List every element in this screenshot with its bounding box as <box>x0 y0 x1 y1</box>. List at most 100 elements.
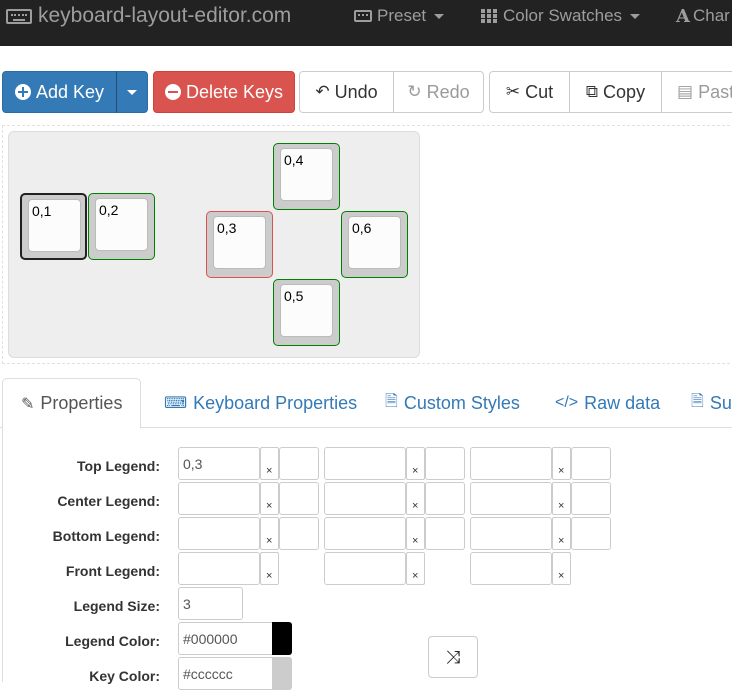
tab-raw-data[interactable]: </> Raw data <box>555 378 660 428</box>
bottom-legend-input-center[interactable] <box>324 517 406 550</box>
minus-circle-icon <box>164 84 181 100</box>
legend-color-input[interactable]: #000000 <box>178 622 274 655</box>
undo-label: Undo <box>334 81 378 102</box>
legend-color-swatch[interactable] <box>272 622 292 655</box>
key-0-1[interactable]: 0,1 <box>20 193 87 260</box>
key-legend: 0,4 <box>284 152 304 168</box>
key-color-swatch[interactable] <box>272 657 292 690</box>
key-color-input[interactable]: #cccccc <box>178 657 274 690</box>
tab-label: Raw data <box>584 392 661 413</box>
copy-icon: ⧉ <box>585 82 599 101</box>
clear-button[interactable]: × <box>552 517 571 550</box>
paste-label: Past <box>698 81 732 102</box>
scissors-icon: ✂ <box>505 82 521 101</box>
bottom-legend-input-left[interactable] <box>178 517 260 550</box>
legend-size-input[interactable]: 3 <box>178 587 243 620</box>
clear-button[interactable]: × <box>260 447 279 480</box>
close-icon: × <box>266 535 273 547</box>
font-icon: A <box>676 5 690 27</box>
top-legend-input-front[interactable] <box>279 447 319 480</box>
bottom-legend-input-right[interactable] <box>470 517 552 550</box>
front-legend-input-center[interactable] <box>324 552 406 585</box>
top-legend-input-front[interactable] <box>425 447 465 480</box>
clear-button[interactable]: × <box>406 447 425 480</box>
close-icon: × <box>412 500 419 512</box>
clear-button[interactable]: × <box>260 482 279 515</box>
undo-button[interactable]: ↶ Undo <box>299 71 394 113</box>
redo-button[interactable]: ↻ Redo <box>393 71 484 113</box>
clear-button[interactable]: × <box>406 517 425 550</box>
redo-icon: ↻ <box>407 82 422 101</box>
top-legend-input-center[interactable] <box>324 447 406 480</box>
front-legend-label: Front Legend: <box>65 563 160 579</box>
top-legend-input-left[interactable]: 0,3 <box>178 447 260 480</box>
add-key-label: Add Key <box>35 81 105 102</box>
top-legend-input-right[interactable] <box>470 447 552 480</box>
copy-label: Copy <box>603 81 646 102</box>
close-icon: × <box>266 465 273 477</box>
cut-label: Cut <box>525 81 554 102</box>
grid-icon <box>481 9 497 23</box>
key-0-4[interactable]: 0,4 <box>273 143 340 210</box>
clear-button[interactable]: × <box>260 552 279 585</box>
clear-button[interactable]: × <box>552 552 571 585</box>
color-swatches-label: Color Swatches <box>503 6 623 25</box>
key-0-2[interactable]: 0,2 <box>88 193 155 260</box>
close-icon: × <box>558 465 565 477</box>
cut-button[interactable]: ✂ Cut <box>489 71 570 113</box>
characters-menu[interactable]: A Char <box>676 4 730 28</box>
preset-menu[interactable]: Preset <box>354 4 445 28</box>
front-legend-input-left[interactable] <box>178 552 260 585</box>
clear-button[interactable]: × <box>552 482 571 515</box>
clear-button[interactable]: × <box>406 482 425 515</box>
brand-text: keyboard-layout-editor.com <box>38 4 292 27</box>
top-legend-input-front[interactable] <box>571 447 611 480</box>
close-icon: × <box>558 535 565 547</box>
center-legend-input-left[interactable] <box>178 482 260 515</box>
bottom-legend-input-front[interactable] <box>279 517 319 550</box>
bottom-legend-label: Bottom Legend: <box>52 528 160 544</box>
caret-down-icon <box>630 13 641 19</box>
copy-button[interactable]: ⧉ Copy <box>569 71 662 113</box>
caret-down-icon <box>127 89 137 95</box>
tab-custom-styles[interactable]: 🗎 Custom Styles <box>385 378 520 428</box>
key-0-5[interactable]: 0,5 <box>273 279 340 346</box>
swap-colors-button[interactable]: ⤨ <box>428 636 478 678</box>
paste-button[interactable]: ▤ Past <box>661 71 732 113</box>
close-icon: × <box>412 465 419 477</box>
add-key-button[interactable]: Add Key <box>2 71 117 113</box>
brand-link[interactable]: keyboard-layout-editor.com <box>6 2 291 30</box>
keyboard-icon <box>6 8 32 24</box>
clear-button[interactable]: × <box>552 447 571 480</box>
key-0-3[interactable]: 0,3 <box>206 211 273 278</box>
bottom-legend-input-front[interactable] <box>571 517 611 550</box>
clear-button[interactable]: × <box>260 517 279 550</box>
file-icon: 🗎 <box>691 392 704 410</box>
undo-icon: ↶ <box>315 82 330 101</box>
legend-size-label: Legend Size: <box>73 598 160 614</box>
shuffle-icon: ⤨ <box>445 646 461 667</box>
close-icon: × <box>412 570 419 582</box>
center-legend-input-center[interactable] <box>324 482 406 515</box>
characters-label: Char <box>692 6 730 25</box>
color-swatches-menu[interactable]: Color Swatches <box>481 4 641 28</box>
center-legend-input-front[interactable] <box>425 482 465 515</box>
tab-summary[interactable]: 🗎 Su <box>691 378 732 428</box>
delete-keys-button[interactable]: Delete Keys <box>153 71 295 113</box>
caret-down-icon <box>434 13 445 19</box>
close-icon: × <box>266 500 273 512</box>
tab-properties[interactable]: ✎ Properties <box>2 378 142 429</box>
center-legend-input-front[interactable] <box>571 482 611 515</box>
tab-keyboard-properties[interactable]: ⌨ Keyboard Properties <box>164 378 357 428</box>
keyboard-icon: ⌨ <box>164 395 188 412</box>
center-legend-input-right[interactable] <box>470 482 552 515</box>
clear-button[interactable]: × <box>406 552 425 585</box>
plus-circle-icon <box>14 84 31 100</box>
front-legend-input-right[interactable] <box>470 552 552 585</box>
bottom-legend-input-front[interactable] <box>425 517 465 550</box>
add-key-dropdown-button[interactable] <box>116 71 148 113</box>
top-legend-label: Top Legend: <box>77 458 160 474</box>
key-0-6[interactable]: 0,6 <box>341 211 408 278</box>
close-icon: × <box>266 570 273 582</box>
center-legend-input-front[interactable] <box>279 482 319 515</box>
